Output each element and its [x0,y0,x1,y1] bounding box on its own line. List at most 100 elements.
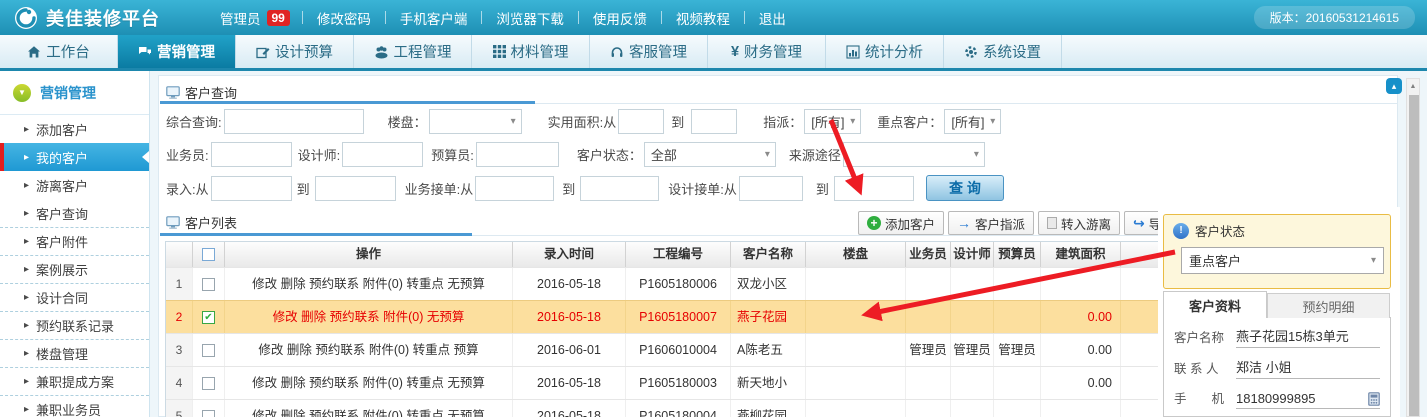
arrow-right-icon: → [957,215,971,231]
collapse-up-icon: ▴ [1392,81,1397,92]
designer-input[interactable] [342,142,423,167]
row-checkbox[interactable] [202,344,215,357]
operation-links[interactable]: 修改 删除 预约联系 附件(0) 转重点 无预算 [225,400,513,417]
table-row[interactable]: 1 修改 删除 预约联系 附件(0) 转重点 无预算 2016-05-18 P1… [166,267,1204,300]
sidebar-item-parttime-commission[interactable]: ▸兼职提成方案 [0,367,149,395]
chat-icon [138,45,152,59]
row-checkbox[interactable] [202,377,215,390]
add-customer-button[interactable]: +添加客户 [858,211,944,235]
menu-video-tutorial[interactable]: 视频教程 [662,8,744,28]
source-select[interactable]: ▾ [843,142,985,167]
tab-marketing[interactable]: 营销管理 [118,35,236,68]
tab-design-budget[interactable]: 设计预算 [236,35,354,68]
row-checkbox-checked[interactable]: ✔ [202,311,215,324]
loupan-select[interactable]: ▾ [429,109,522,134]
customer-status-select[interactable]: 重点客户 ▾ [1181,247,1384,274]
sidebar-item-customer-query[interactable]: ▸客户查询 [0,199,149,227]
operation-links[interactable]: 修改 删除 预约联系 附件(0) 转重点 预算 [225,334,513,366]
row-checkbox[interactable] [202,410,215,417]
sidebar-item-customer-attachments[interactable]: ▸ 客户附件 [0,227,149,255]
sidebar-item-parttime-salesman[interactable]: ▸兼职业务员 [0,395,149,417]
caret-icon: ▸ [24,264,29,275]
build-area-cell: 0.00 [1041,334,1121,366]
sidebar-item-add-customer[interactable]: ▸添加客户 [0,115,149,143]
tab-project-management[interactable]: 工程管理 [354,35,472,68]
menu-mobile-client[interactable]: 手机客户端 [386,8,482,28]
tab-statistics[interactable]: 统计分析 [826,35,944,68]
area-to-input[interactable] [691,109,737,134]
design-order-to-input[interactable] [834,176,914,201]
tab-appointment-detail[interactable]: 预约明细 [1267,293,1390,318]
entry-from-input[interactable] [211,176,292,201]
estimator-cell [994,301,1041,333]
combo-query-label: 综合查询: [166,112,222,131]
sales-order-from-label: 业务接单:从 [405,179,474,198]
entry-to-input[interactable] [315,176,396,201]
menu-feedback[interactable]: 使用反馈 [579,8,661,28]
operation-links[interactable]: 修改 删除 预约联系 附件(0) 转重点 无预算 [225,268,513,300]
table-row[interactable]: 3 修改 删除 预约联系 附件(0) 转重点 预算 2016-06-01 P16… [166,333,1204,366]
button-label: 转入游离 [1061,214,1111,233]
tab-finance[interactable]: ¥ 财务管理 [708,35,826,68]
assign-customer-button[interactable]: →客户指派 [948,211,1034,235]
operation-links[interactable]: 修改 删除 预约联系 附件(0) 转重点 无预算 [225,367,513,399]
assign-select[interactable]: [所有]▾ [804,109,861,134]
customer-profile-panel: 客户名称 燕子花园15栋3单元 联 系 人 郑洁 小姐 手 机 18180999… [1163,317,1391,417]
sales-order-from-input[interactable] [475,176,554,201]
sales-order-to-input[interactable] [580,176,659,201]
sidebar-item-design-contract[interactable]: ▸设计合同 [0,283,149,311]
status-select[interactable]: 全部▾ [644,142,776,167]
sidebar-item-case-display[interactable]: ▸案例展示 [0,255,149,283]
field-label: 手 机 [1174,388,1236,409]
search-button[interactable]: 查 询 [926,175,1004,201]
tab-system-settings[interactable]: 系统设置 [944,35,1062,68]
chevron-down-icon: ▾ [850,116,855,127]
table-row[interactable]: 4 修改 删除 预约联系 附件(0) 转重点 无预算 2016-05-18 P1… [166,366,1204,399]
detach-customer-button[interactable]: 转入游离 [1038,211,1120,235]
tab-customer-profile[interactable]: 客户资料 [1163,291,1267,318]
area-from-input[interactable] [618,109,664,134]
sidebar-item-label: 客户附件 [36,232,88,251]
table-row[interactable]: 5 修改 删除 预约联系 附件(0) 转重点 无预算 2016-05-18 P1… [166,399,1204,417]
panel-collapse-button[interactable]: ▴ [1386,78,1402,94]
gear-icon [964,45,978,59]
row-checkbox[interactable] [202,278,215,291]
salesman-input[interactable] [211,142,292,167]
sidebar-item-my-customers[interactable]: ▸我的客户 [0,143,149,171]
caret-icon: ▸ [24,180,29,191]
customer-name-cell: 燕子花园 [731,301,806,333]
plus-icon: + [867,216,881,230]
estimator-cell: 管理员 [994,334,1041,366]
vip-select[interactable]: [所有]▾ [944,109,1001,134]
tab-workbench[interactable]: 工作台 [0,35,118,68]
combo-query-input[interactable] [224,109,364,134]
scrollbar-thumb[interactable] [1409,95,1419,416]
menu-change-password[interactable]: 修改密码 [303,8,385,28]
sidebar-item-floating-customers[interactable]: ▸游离客户 [0,171,149,199]
table-row-selected[interactable]: 2 ✔ 修改 删除 预约联系 附件(0) 无预算 2016-05-18 P160… [166,300,1204,333]
estimator-input[interactable] [476,142,559,167]
dial-pad-icon[interactable] [1368,392,1380,406]
select-all-checkbox[interactable] [202,248,215,261]
chevron-down-icon: ▾ [974,149,979,160]
tab-material-management[interactable]: 材料管理 [472,35,590,68]
tab-customer-service[interactable]: 客服管理 [590,35,708,68]
row-index: 5 [166,400,193,417]
vertical-scrollbar[interactable]: ▲ [1406,78,1420,417]
sidebar-item-building-management[interactable]: ▸楼盘管理 [0,339,149,367]
scroll-up-button[interactable]: ▲ [1407,79,1419,93]
field-value: 燕子花园15栋3单元 [1236,326,1380,345]
sidebar-header[interactable]: ▼ 营销管理 [0,71,149,115]
monitor-icon [166,216,180,230]
building-cell [806,367,906,399]
menu-logout[interactable]: 退出 [745,8,800,28]
field-label: 客户名称 [1174,327,1236,348]
sidebar-item-appointment-records[interactable]: ▸预约联系记录 [0,311,149,339]
page-icon [1047,217,1057,229]
filter-row-2: 业务员: 设计师: 预算员: 客户状态： 全部▾ 来源途径 ▾ [166,141,985,167]
design-order-from-input[interactable] [739,176,803,201]
menu-browser-download[interactable]: 浏览器下载 [482,8,578,28]
caret-icon: ▸ [24,236,29,247]
operation-links[interactable]: 修改 删除 预约联系 附件(0) 无预算 [225,301,513,333]
bar-chart-icon [846,45,860,59]
